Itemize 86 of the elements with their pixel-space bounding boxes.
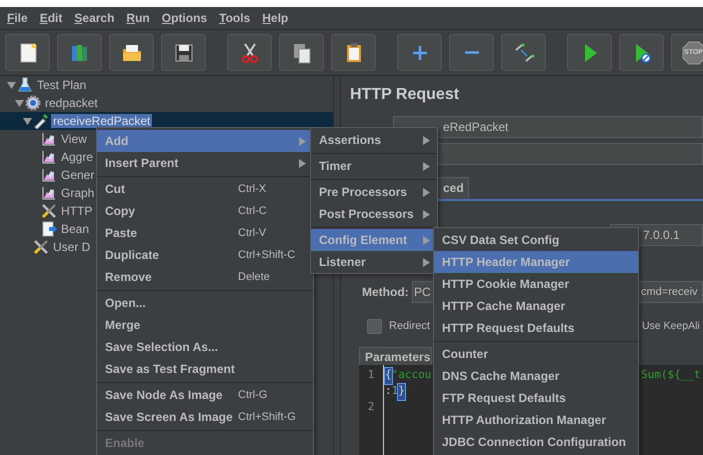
menu-item[interactable]: HTTP Cookie Manager: [434, 273, 638, 295]
menu-title[interactable]: Search: [69, 9, 120, 27]
menu-item[interactable]: Open...: [97, 292, 313, 314]
submenu-arrow-icon: [299, 158, 306, 168]
menu-item[interactable]: Duplicate Ctrl+Shift-C: [97, 244, 313, 266]
menu-title[interactable]: File: [2, 9, 33, 27]
expand-toggle-icon[interactable]: [22, 116, 32, 126]
tools-icon: [41, 203, 57, 219]
tree-item[interactable]: View: [59, 132, 89, 146]
name-field[interactable]: eRedPacket: [393, 116, 703, 138]
menu-item[interactable]: Timer: [311, 155, 437, 177]
menu-item[interactable]: Save Node As Image Ctrl-G: [97, 384, 313, 406]
tree-item[interactable]: redpacket: [43, 96, 100, 110]
expand-toggle-icon[interactable]: [6, 80, 16, 90]
minus-icon: [464, 51, 478, 54]
expand-toggle-icon[interactable]: [14, 98, 24, 108]
code-text: 1: [392, 384, 398, 399]
menu-item[interactable]: Save Screen As Image Ctrl+Shift-G: [97, 406, 313, 428]
chart-icon: [41, 185, 57, 201]
code-text: "accou: [392, 368, 432, 383]
toolbar-button[interactable]: [331, 34, 376, 71]
submenu-arrow-icon: [299, 136, 306, 146]
menu-item[interactable]: Cut Ctrl-X: [97, 178, 313, 200]
menu-item[interactable]: JDBC Connection Configuration: [434, 431, 638, 453]
tree-item[interactable]: Bean: [59, 222, 92, 236]
menu-item[interactable]: Listener: [311, 251, 437, 273]
menu-item[interactable]: FTP Request Defaults: [434, 387, 638, 409]
checkbox[interactable]: [367, 318, 382, 334]
menu-item[interactable]: Counter: [434, 343, 638, 365]
path-field[interactable]: cmd=receiv: [638, 281, 703, 303]
tree-item[interactable]: Test Plan: [35, 78, 88, 92]
submenu-arrow-icon: [423, 210, 430, 218]
menu-item[interactable]: Insert Parent: [97, 152, 313, 174]
menu-title[interactable]: Help: [257, 9, 294, 27]
menu-title[interactable]: Run: [121, 9, 155, 27]
flask-icon: [17, 77, 33, 93]
line-number: 1: [368, 368, 374, 381]
checkbox-label: Use KeepAli: [642, 320, 700, 332]
menu-item[interactable]: HTTP Authorization Manager: [434, 409, 638, 431]
panel-title: HTTP Request: [350, 86, 460, 105]
line-number: 2: [368, 400, 374, 413]
submenu-arrow-icon: [423, 188, 430, 196]
tree-item[interactable]: Aggre: [59, 150, 96, 164]
gear-icon: [25, 95, 41, 111]
chart-icon: [41, 167, 57, 183]
submenu-arrow-icon: [423, 162, 430, 170]
code-text: {: [385, 368, 392, 384]
tree-item[interactable]: receiveRedPacket: [51, 114, 152, 128]
dropper-icon: [33, 113, 49, 129]
menu-item[interactable]: Pre Processors: [311, 181, 437, 203]
toolbar-button[interactable]: [161, 34, 206, 71]
menu-item[interactable]: Paste Ctrl-V: [97, 222, 313, 244]
submenu-arrow-icon: [423, 236, 430, 244]
tab[interactable]: Parameters: [359, 347, 432, 365]
menu-item[interactable]: Copy Ctrl-C: [97, 200, 313, 222]
tree-item[interactable]: Gener: [59, 168, 96, 182]
code-text: :: [385, 384, 392, 399]
tools-icon: [33, 239, 49, 255]
tab[interactable]: ced: [436, 177, 469, 199]
tree-item[interactable]: Graph: [59, 186, 96, 200]
script-icon: [41, 221, 57, 237]
submenu-arrow-icon: [423, 258, 430, 266]
tree-item[interactable]: User D: [51, 240, 92, 254]
menu-title[interactable]: Tools: [214, 9, 256, 27]
toolbar-button[interactable]: [5, 34, 50, 71]
code-text: }: [398, 384, 405, 400]
checkbox-label: Redirect: [389, 320, 430, 332]
menu-item[interactable]: HTTP Request Defaults: [434, 317, 638, 339]
menu-title[interactable]: Edit: [34, 9, 68, 27]
code-text: Sum(${__t: [641, 368, 701, 383]
menu-item[interactable]: Save Selection As...: [97, 336, 313, 358]
menu-item[interactable]: Remove Delete: [97, 266, 313, 288]
toolbar-button[interactable]: [109, 34, 154, 71]
menu-item[interactable]: Post Processors: [311, 203, 437, 225]
toolbar-button[interactable]: [279, 34, 324, 71]
menu-item[interactable]: DNS Cache Manager: [434, 365, 638, 387]
menu-item[interactable]: Merge: [97, 314, 313, 336]
menu-item[interactable]: HTTP Cache Manager: [434, 295, 638, 317]
submenu-arrow-icon: [423, 136, 430, 144]
menu-title[interactable]: Options: [156, 9, 212, 27]
toolbar-button[interactable]: [227, 34, 272, 71]
chart-icon: [41, 131, 57, 147]
menu-item[interactable]: Save as Test Fragment: [97, 358, 313, 380]
tree-item[interactable]: HTTP: [59, 204, 94, 218]
chart-icon: [41, 149, 57, 165]
method-label: Method:: [362, 285, 410, 299]
